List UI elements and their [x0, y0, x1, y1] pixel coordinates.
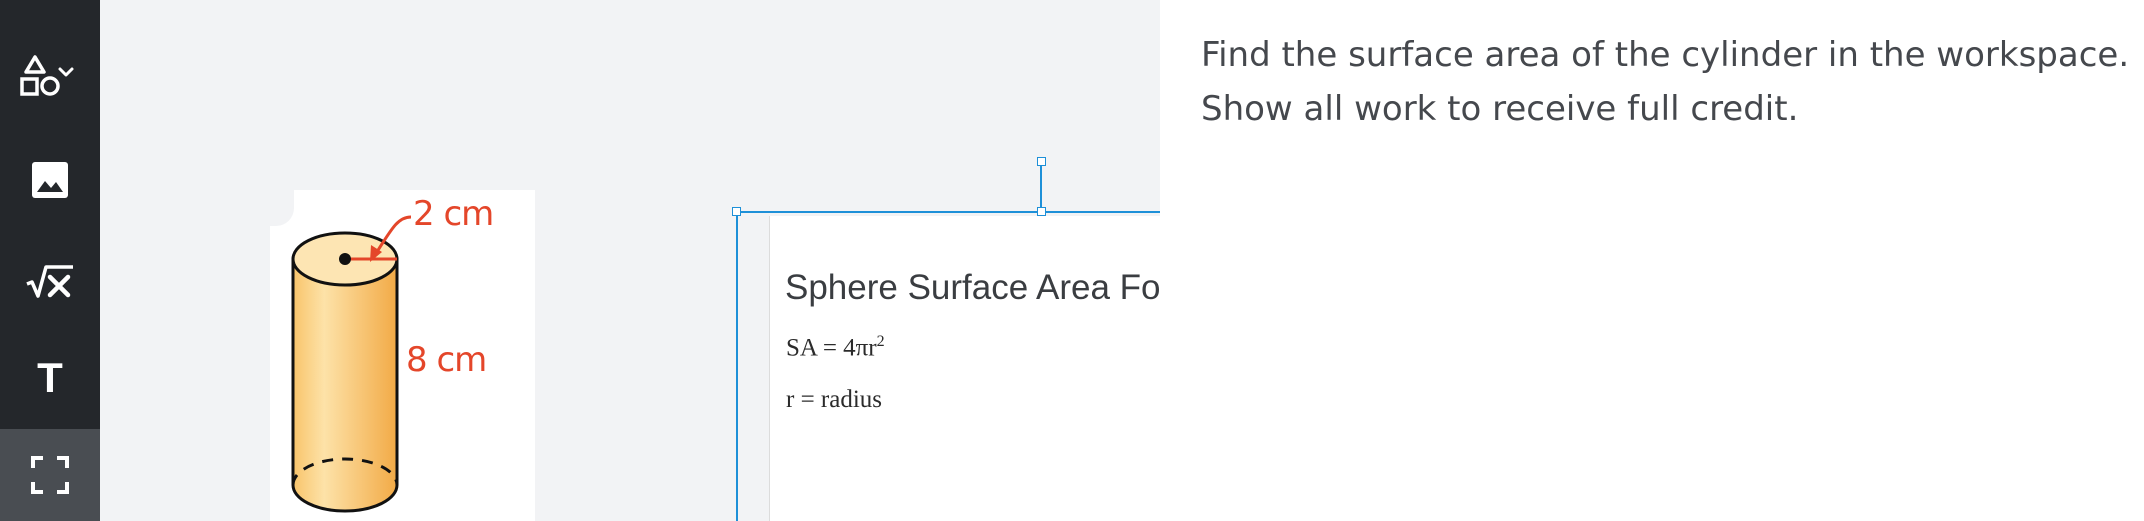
resize-handle-top-middle[interactable] [1037, 207, 1046, 216]
workspace-canvas[interactable]: 2 cm 8 cm Sphere Surface Area Formula SA… [100, 0, 1160, 521]
radius-label: 2 cm [413, 194, 494, 234]
height-label: 8 cm [406, 340, 487, 380]
text-tool-icon: T [37, 354, 63, 401]
image-tool-button[interactable] [0, 134, 100, 226]
rotation-handle-stem [1040, 161, 1042, 211]
fullscreen-tool-button[interactable] [0, 429, 100, 521]
question-panel: Find the surface area of the cylinder in… [1160, 0, 2144, 521]
question-prompt: Find the surface area of the cylinder in… [1201, 28, 2131, 136]
chevron-down-icon [58, 67, 74, 77]
rotation-handle[interactable] [1037, 157, 1046, 166]
resize-handle-top-left[interactable] [732, 207, 741, 216]
tool-sidebar: T [0, 0, 100, 521]
fullscreen-icon [31, 456, 69, 494]
selection-border-left [736, 211, 738, 521]
cylinder-drawing [291, 215, 412, 513]
shapes-tool-button[interactable] [0, 32, 100, 124]
cylinder-figure[interactable]: 2 cm 8 cm [270, 190, 535, 521]
radius-definition: r = radius [786, 386, 883, 413]
formula-text: SA = 4πr [786, 334, 877, 362]
selection-border-top [736, 211, 1160, 213]
equation-tool-button[interactable] [0, 236, 100, 328]
equation-icon [26, 265, 73, 298]
shapes-icon [20, 55, 74, 96]
formula-card[interactable]: Sphere Surface Area Formula SA = 4πr2 r … [769, 216, 1160, 521]
question-line-2: Show all work to receive full credit. [1201, 89, 1799, 129]
question-line-1: Find the surface area of the cylinder in… [1201, 35, 2130, 75]
text-tool-button[interactable]: T [0, 332, 100, 424]
image-icon [32, 162, 68, 198]
formula-exponent: 2 [876, 333, 885, 350]
formula-line: SA = 4πr2 [786, 333, 885, 362]
formula-card-title: Sphere Surface Area Formula [785, 268, 1160, 307]
